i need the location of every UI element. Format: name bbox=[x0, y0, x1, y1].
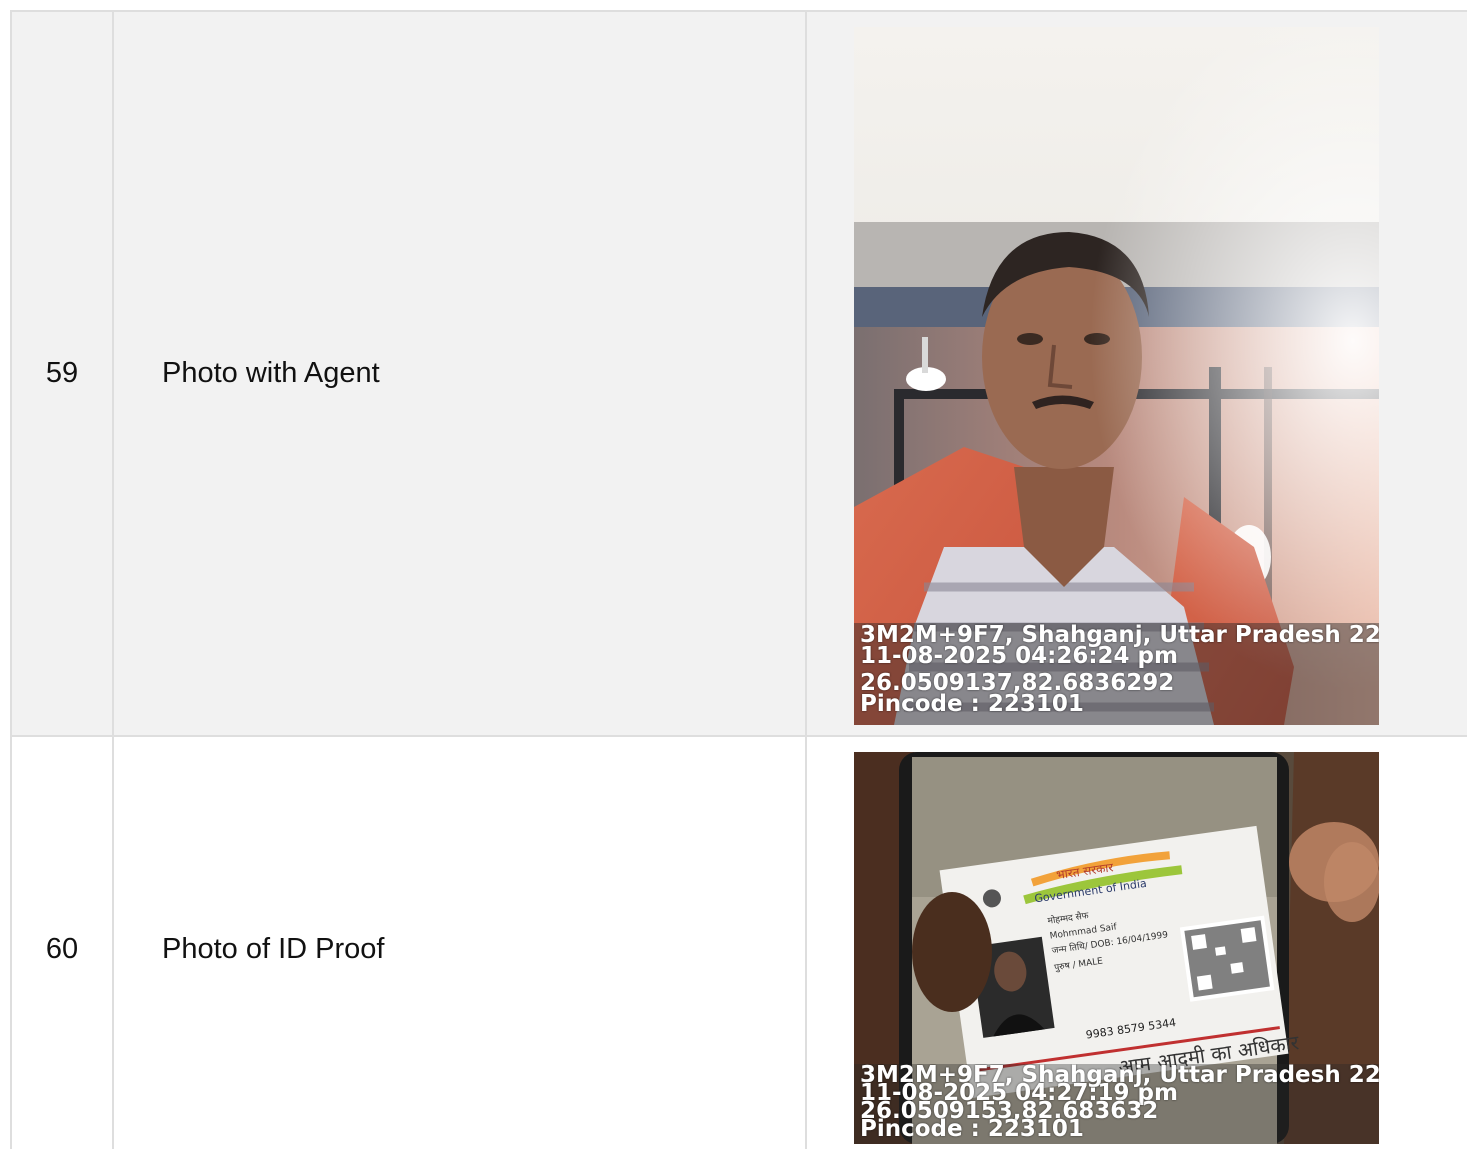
photo-cell: भारत सरकार Government of India मोहम्मद स… bbox=[805, 735, 1467, 1149]
row-label: Photo with Agent bbox=[112, 10, 807, 737]
table-row: 60 Photo of ID Proof भारत सरकार Governme… bbox=[10, 735, 1467, 1149]
geo-stamp: 3M2M+9F7, Shahganj, Uttar Pradesh 223101… bbox=[854, 1064, 1379, 1144]
stamp-datetime: 11-08-2025 04:26:24 pm bbox=[860, 643, 1178, 669]
geo-stamp: 3M2M+9F7, Shahganj, Uttar Pradesh 223101… bbox=[854, 623, 1379, 725]
row-number: 59 bbox=[10, 10, 114, 737]
id-qr-code bbox=[1179, 915, 1275, 1002]
photo-cell: 3M2M+9F7, Shahganj, Uttar Pradesh 223101… bbox=[805, 10, 1467, 737]
stamp-pincode: Pincode : 223101 bbox=[860, 691, 1084, 717]
id-proof-photo: भारत सरकार Government of India मोहम्मद स… bbox=[854, 752, 1379, 1144]
document-page: 59 Photo with Agent 3M2M+9F7, Shahganj, … bbox=[0, 0, 1467, 1149]
records-table: 59 Photo with Agent 3M2M+9F7, Shahganj, … bbox=[10, 10, 1467, 1149]
row-number: 60 bbox=[10, 735, 114, 1149]
id-card: भारत सरकार Government of India मोहम्मद स… bbox=[939, 825, 1301, 1099]
table-row: 59 Photo with Agent 3M2M+9F7, Shahganj, … bbox=[10, 10, 1467, 737]
agent-photo-image bbox=[854, 27, 1379, 725]
agent-photo: 3M2M+9F7, Shahganj, Uttar Pradesh 223101… bbox=[854, 27, 1379, 725]
row-number-text: 60 bbox=[45, 933, 79, 965]
row-label: Photo of ID Proof bbox=[112, 735, 807, 1149]
row-label-text: Photo of ID Proof bbox=[162, 933, 385, 965]
